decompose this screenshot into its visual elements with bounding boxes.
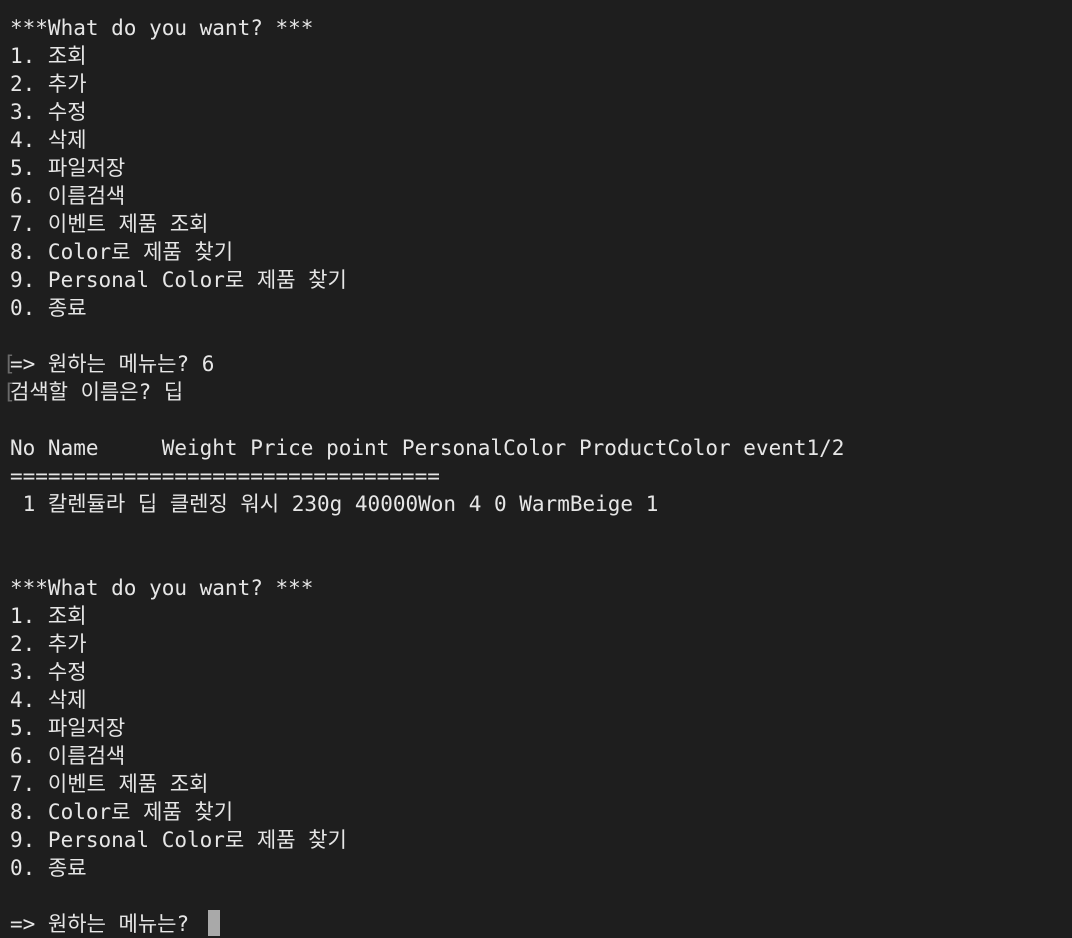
- table-header: No Name Weight Price point PersonalColor…: [10, 436, 845, 460]
- menu-item-3: 3. 수정: [10, 100, 87, 124]
- active-prompt-line[interactable]: => 원하는 메뉴는?: [10, 910, 1072, 938]
- menu-item-0: 0. 종료: [10, 296, 87, 320]
- menu-item-8: 8. Color로 제품 찾기: [10, 800, 234, 824]
- text-cursor[interactable]: [207, 910, 220, 936]
- menu-item-5: 5. 파일저장: [10, 716, 126, 740]
- active-prompt-text: => 원하는 메뉴는?: [10, 912, 202, 936]
- table-divider: ==================================: [10, 464, 440, 488]
- menu-item-1: 1. 조회: [10, 604, 87, 628]
- menu-item-0: 0. 종료: [10, 856, 87, 880]
- table-row: 1 칼렌듈라 딥 클렌징 워시 230g 40000Won 4 0 WarmBe…: [10, 492, 659, 516]
- menu-item-2: 2. 추가: [10, 632, 87, 656]
- mark-bracket-icon: [: [3, 352, 16, 376]
- prompt-menu-text: => 원하는 메뉴는? 6: [10, 352, 215, 376]
- terminal-window[interactable]: ***What do you want? *** 1. 조회 2. 추가 3. …: [0, 0, 1072, 938]
- menu-item-9: 9. Personal Color로 제품 찾기: [10, 828, 347, 852]
- menu-item-6: 6. 이름검색: [10, 744, 126, 768]
- menu-item-4: 4. 삭제: [10, 128, 87, 152]
- menu-item-4: 4. 삭제: [10, 688, 87, 712]
- menu-item-8: 8. Color로 제품 찾기: [10, 240, 234, 264]
- mark-bracket-icon: [: [3, 380, 16, 404]
- prompt-menu-answered: [=> 원하는 메뉴는? 6: [3, 350, 1072, 378]
- menu-item-3: 3. 수정: [10, 660, 87, 684]
- menu-item-1: 1. 조회: [10, 44, 87, 68]
- prompt-search-answered: [검색할 이름은? 딥: [3, 378, 1072, 406]
- prompt-search-text: 검색할 이름은? 딥: [10, 380, 184, 404]
- menu-item-2: 2. 추가: [10, 72, 87, 96]
- header-line: ***What do you want? ***: [10, 16, 314, 40]
- menu-item-6: 6. 이름검색: [10, 184, 126, 208]
- menu-item-5: 5. 파일저장: [10, 156, 126, 180]
- menu-item-9: 9. Personal Color로 제품 찾기: [10, 268, 347, 292]
- menu-item-7: 7. 이벤트 제품 조회: [10, 212, 209, 236]
- menu-item-7: 7. 이벤트 제품 조회: [10, 772, 209, 796]
- header-line: ***What do you want? ***: [10, 576, 314, 600]
